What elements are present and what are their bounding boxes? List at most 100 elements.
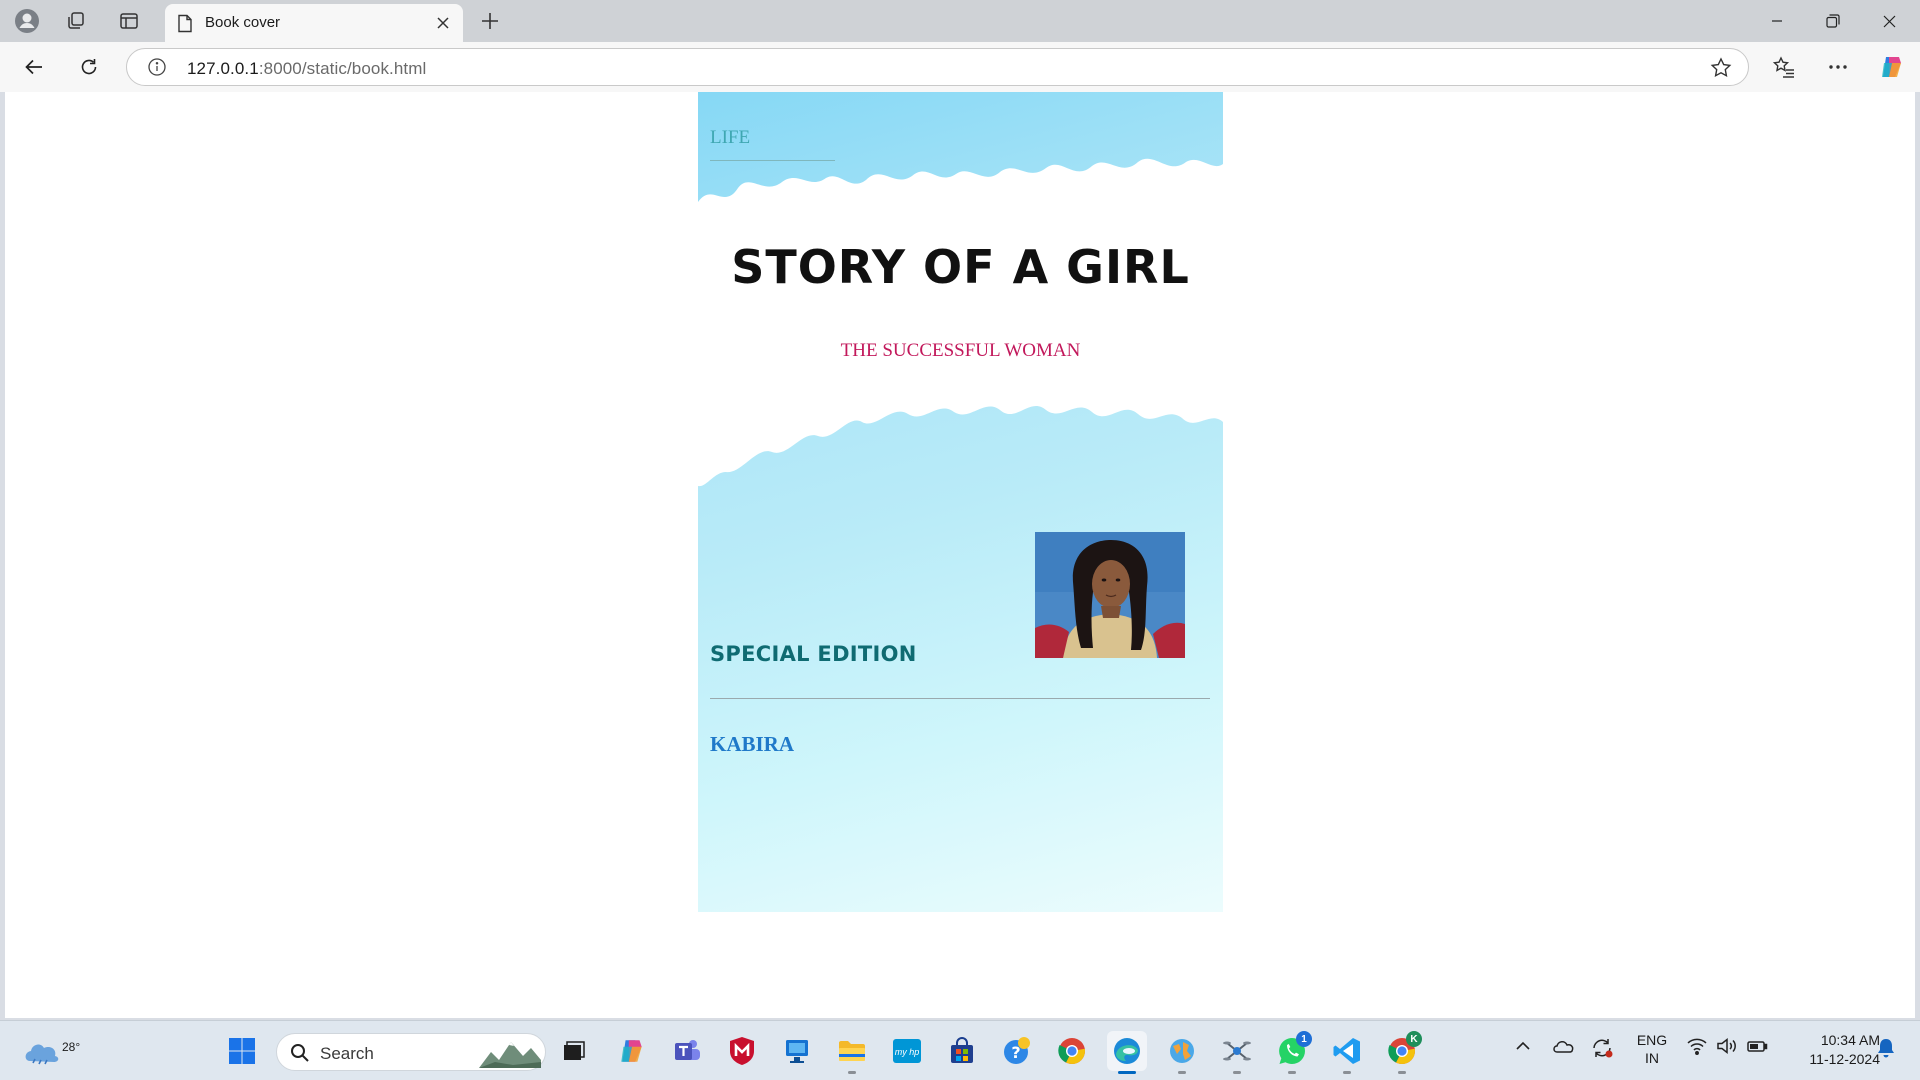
- region-code: IN: [1645, 1050, 1659, 1066]
- favorites-button[interactable]: [1766, 50, 1802, 84]
- workspaces-icon: [68, 12, 84, 29]
- copilot-icon: [621, 1040, 642, 1062]
- address-bar[interactable]: 127.0.0.1:8000/static/book.html: [126, 48, 1749, 86]
- taskbar-store[interactable]: [942, 1031, 982, 1071]
- restore-icon: [1826, 14, 1840, 28]
- copilot-icon: [1882, 57, 1901, 77]
- author-name: KABIRA: [710, 732, 795, 756]
- plus-icon: [482, 13, 498, 29]
- start-button[interactable]: [222, 1031, 262, 1071]
- minimize-icon: [1772, 20, 1782, 22]
- edition-label: SPECIAL EDITION: [710, 642, 917, 666]
- running-indicator: [1343, 1071, 1351, 1074]
- taskbar-chrome-profile[interactable]: K: [1382, 1031, 1422, 1074]
- notification-bell-icon[interactable]: [1876, 1037, 1896, 1059]
- globe-app-icon: [1170, 1039, 1194, 1063]
- page-viewport: LIFE STORY OF A GIRL THE SUCCESSFUL WOMA…: [5, 92, 1915, 1018]
- url-host: 127.0.0.1: [187, 59, 259, 78]
- refresh-button[interactable]: [71, 50, 107, 84]
- restore-button[interactable]: [1805, 0, 1861, 42]
- tab-title: Book cover: [205, 14, 281, 31]
- taskbar-chrome[interactable]: [1052, 1031, 1092, 1071]
- chevron-up-icon[interactable]: [1514, 1037, 1532, 1055]
- book-title: STORY OF A GIRL: [731, 240, 1190, 294]
- search-highlight-mountain-icon: [479, 1042, 541, 1068]
- vscode-icon: [1333, 1038, 1360, 1064]
- taskbar-remote-app[interactable]: [777, 1031, 817, 1071]
- language-code: ENG: [1636, 1032, 1668, 1048]
- wifi-icon[interactable]: [1686, 1037, 1708, 1055]
- copilot-button[interactable]: [1874, 50, 1910, 84]
- tab-actions-icon: [120, 13, 138, 29]
- search-icon: [291, 1044, 309, 1062]
- onedrive-cloud-icon[interactable]: [1551, 1037, 1575, 1055]
- help-chat-icon: ?: [1004, 1037, 1030, 1064]
- taskbar-vscode[interactable]: [1327, 1031, 1367, 1074]
- weather-widget[interactable]: 28°: [22, 1031, 80, 1071]
- running-indicator: [848, 1071, 856, 1074]
- author-photo: [1035, 532, 1185, 658]
- taskbar-mcafee[interactable]: [722, 1031, 762, 1071]
- workspaces-button[interactable]: [58, 6, 94, 36]
- page-icon: [178, 14, 192, 33]
- more-menu-button[interactable]: [1820, 50, 1856, 84]
- url-path: :8000/static/book.html: [258, 59, 427, 78]
- running-indicator: [1288, 1071, 1296, 1074]
- tab-book-cover[interactable]: Book cover: [165, 4, 463, 42]
- mcafee-shield-icon: [730, 1037, 754, 1065]
- chrome-icon: [1058, 1038, 1085, 1064]
- taskbar-file-explorer[interactable]: [832, 1031, 872, 1074]
- vertical-tabs-button[interactable]: [111, 6, 147, 36]
- windows-taskbar: 28° Search my hp ? 1 K ENG IN 10:34 AM 1…: [0, 1020, 1920, 1080]
- system-clock[interactable]: 10:34 AM 11-12-2024: [1780, 1031, 1880, 1069]
- profile-button[interactable]: [9, 6, 45, 36]
- running-indicator: [1398, 1071, 1406, 1074]
- taskbar-whatsapp[interactable]: 1: [1272, 1031, 1312, 1074]
- close-icon: [437, 17, 449, 29]
- browser-title-bar: Book cover: [0, 0, 1920, 42]
- active-indicator: [1118, 1071, 1136, 1074]
- cover-divider: [710, 698, 1210, 699]
- cover-kicker: LIFE: [710, 127, 751, 148]
- edge-icon: [1114, 1038, 1140, 1064]
- tab-close-button[interactable]: [433, 13, 453, 33]
- favorite-star-icon[interactable]: [1710, 57, 1732, 79]
- windows-logo-icon: [229, 1038, 255, 1064]
- clock-date: 11-12-2024: [1809, 1051, 1880, 1067]
- taskbar-myhp[interactable]: my hp: [887, 1031, 927, 1071]
- taskbar-edge[interactable]: [1107, 1031, 1147, 1074]
- taskbar-task-view[interactable]: [554, 1031, 594, 1071]
- clock-time: 10:34 AM: [1820, 1032, 1880, 1048]
- taskbar-help-app[interactable]: ?: [997, 1031, 1037, 1071]
- taskbar-search[interactable]: Search: [276, 1033, 546, 1071]
- back-button[interactable]: [16, 50, 52, 84]
- browser-toolbar: 127.0.0.1:8000/static/book.html: [0, 42, 1920, 92]
- new-tab-button[interactable]: [473, 6, 507, 36]
- battery-icon[interactable]: [1746, 1037, 1768, 1055]
- myhp-icon: my hp: [893, 1039, 921, 1063]
- refresh-icon: [81, 59, 97, 75]
- url-text: 127.0.0.1:8000/static/book.html: [187, 59, 426, 79]
- weather-temperature: 28°: [62, 1040, 81, 1054]
- svg-text:my hp: my hp: [895, 1047, 920, 1057]
- profile-icon: [15, 9, 39, 33]
- drone-icon: [1223, 1041, 1251, 1061]
- cloud-band-illustration: [698, 158, 1223, 487]
- book-subtitle: THE SUCCESSFUL WOMAN: [840, 340, 1081, 361]
- taskbar-copilot[interactable]: [612, 1031, 652, 1071]
- running-indicator: [1178, 1071, 1186, 1074]
- store-bag-icon: [951, 1037, 973, 1063]
- taskbar-teams[interactable]: [667, 1031, 707, 1071]
- sync-icon[interactable]: [1590, 1037, 1614, 1059]
- teams-icon: [675, 1040, 700, 1060]
- taskbar-drone-app[interactable]: [1217, 1031, 1257, 1074]
- close-window-button[interactable]: [1861, 0, 1917, 42]
- minimize-button[interactable]: [1749, 0, 1805, 42]
- volume-icon[interactable]: [1716, 1037, 1738, 1055]
- more-dots-icon: [1829, 65, 1847, 69]
- site-info-icon[interactable]: [147, 57, 167, 77]
- search-label: Search: [320, 1044, 374, 1063]
- cloud-icon: [25, 1044, 59, 1065]
- taskbar-maps-app[interactable]: [1162, 1031, 1202, 1074]
- input-language-indicator[interactable]: ENG IN: [1634, 1031, 1670, 1067]
